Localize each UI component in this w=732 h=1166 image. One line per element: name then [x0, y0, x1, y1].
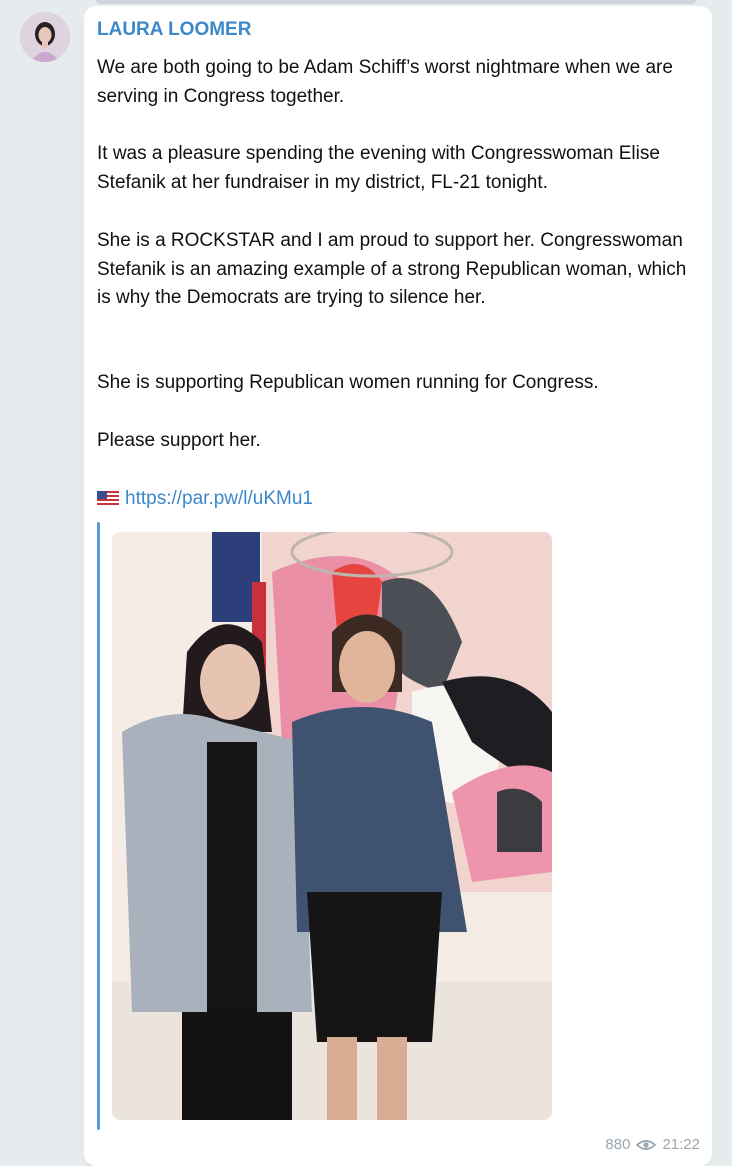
view-count: 880 [605, 1136, 631, 1153]
link-row: https://par.pw/l/uKMu1 [97, 485, 313, 513]
avatar-image [20, 12, 70, 62]
author-name[interactable]: LAURA LOOMER [97, 19, 251, 41]
previous-message-edge [96, 0, 696, 4]
message-paragraph-1: We are both going to be Adam Schiff’s wo… [97, 57, 673, 107]
message-meta: 880 21:22 [605, 1136, 700, 1153]
external-link[interactable]: https://par.pw/l/uKMu1 [125, 488, 313, 509]
photo-image [112, 532, 552, 1120]
message-paragraph-4: She is supporting Republican women runni… [97, 372, 599, 393]
media-quote-bar [97, 522, 100, 1130]
message-paragraph-5: Please support her. [97, 430, 261, 451]
message-paragraph-3: She is a ROCKSTAR and I am proud to supp… [97, 230, 687, 308]
message-time: 21:22 [662, 1136, 700, 1153]
avatar[interactable] [20, 12, 70, 62]
message-paragraph-2: It was a pleasure spending the evening w… [97, 143, 660, 193]
us-flag-icon [97, 491, 119, 505]
eye-icon [636, 1139, 657, 1150]
attached-photo[interactable] [112, 532, 552, 1120]
